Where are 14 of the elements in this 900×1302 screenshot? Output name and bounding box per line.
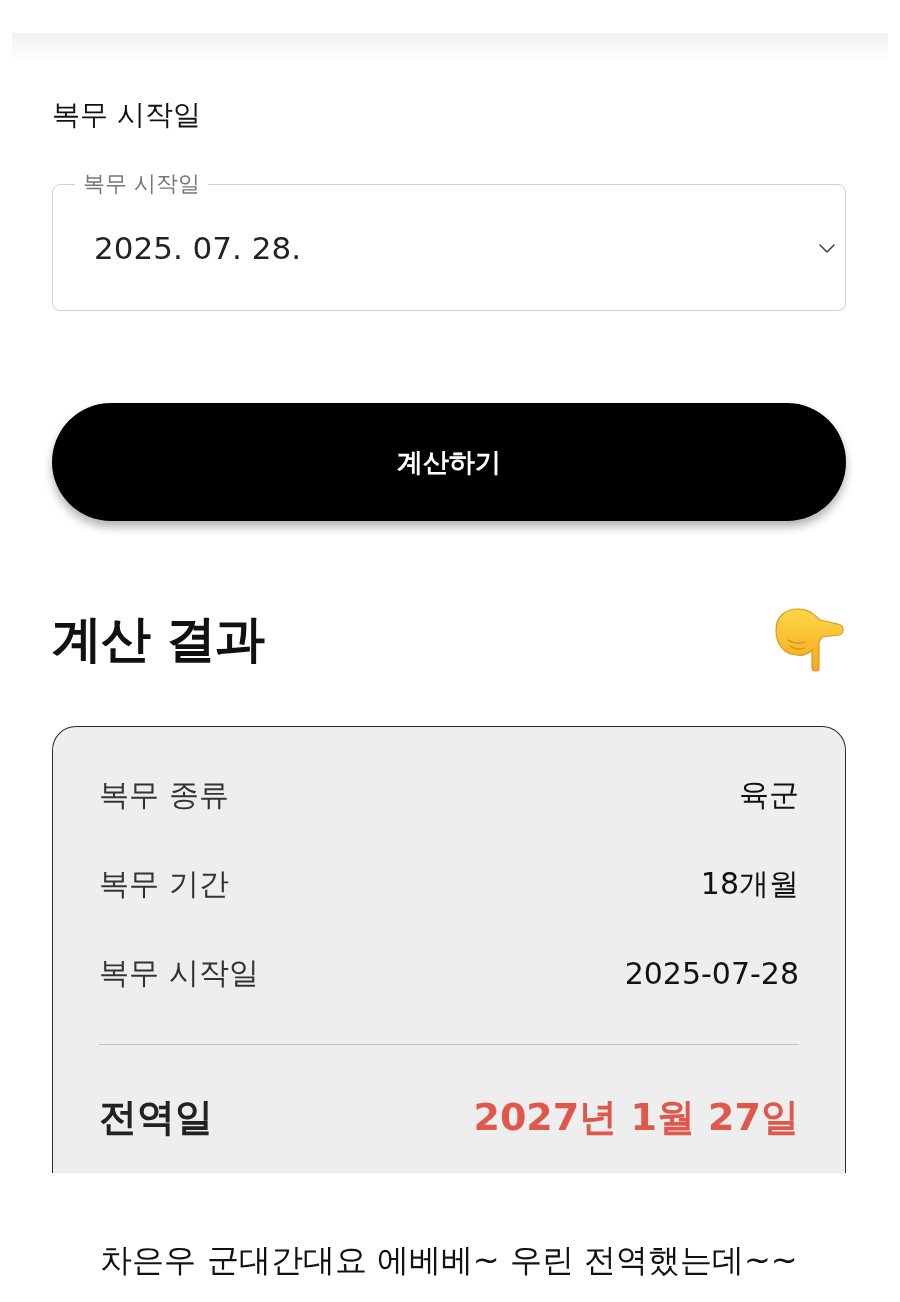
pointing-hand-icon	[772, 606, 846, 672]
calculate-button[interactable]: 계산하기	[52, 403, 846, 521]
caption-text: 차은우 군대간대요 에베베~ 우린 전역했는데~~	[99, 1240, 799, 1280]
result-value: 2025-07-28	[624, 956, 799, 991]
chevron-down-icon	[819, 243, 835, 253]
result-label: 복무 기간	[99, 865, 229, 903]
section-heading: 복무 시작일	[52, 98, 202, 132]
result-value: 육군	[739, 776, 799, 814]
result-label: 복무 종류	[99, 776, 229, 814]
result-label: 복무 시작일	[99, 954, 259, 992]
result-title: 계산 결과	[52, 609, 265, 669]
result-value: 18개월	[700, 865, 799, 903]
discharge-date: 2027년 1월 27일	[473, 1094, 799, 1141]
discharge-label: 전역일	[99, 1094, 213, 1141]
